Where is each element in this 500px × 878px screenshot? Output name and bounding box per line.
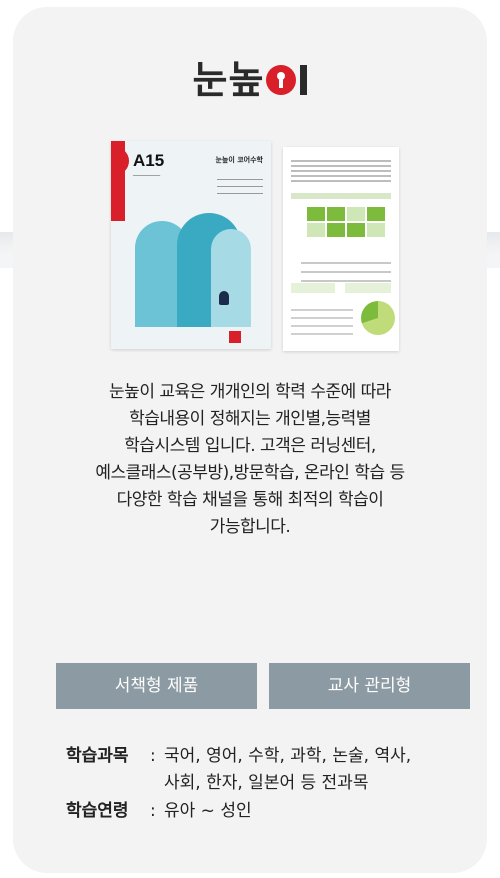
book-brand-label: 눈높이 코어수학 bbox=[215, 156, 263, 164]
book-form-lines bbox=[217, 173, 263, 200]
description-line: 다양한 학습 채널을 통해 최적의 학습이 bbox=[116, 490, 384, 510]
subjects-value: 국어, 영어, 수학, 과학, 논술, 역사, bbox=[164, 746, 412, 766]
report-score-blocks bbox=[307, 207, 391, 237]
report-sheet-image bbox=[283, 147, 399, 351]
subjects-row: 학습과목: 국어, 영어, 수학, 과학, 논술, 역사, bbox=[66, 744, 411, 768]
description-line: 가능합니다. bbox=[209, 517, 291, 537]
description-line: 학습시스템 입니다. 고객은 러닝센터, bbox=[124, 436, 376, 456]
description: 눈높이 교육은 개개인의 학력 수준에 따라 학습내용이 정해지는 개인별,능력… bbox=[13, 379, 487, 541]
book-product-button[interactable]: 서책형 제품 bbox=[56, 663, 257, 709]
logo-bar bbox=[300, 65, 308, 95]
book-subtitle-lines: ───────── bbox=[133, 173, 161, 179]
report-strip bbox=[291, 193, 391, 199]
report-green-box bbox=[291, 283, 335, 293]
book-level: A15 bbox=[133, 151, 165, 170]
teacher-managed-button[interactable]: 교사 관리형 bbox=[269, 663, 470, 709]
separator: : bbox=[150, 746, 156, 766]
report-pie-chart bbox=[361, 301, 395, 335]
red-circle-keyhole-icon bbox=[266, 65, 297, 95]
book-cover-image: A15 ───────── 눈높이 코어수학 bbox=[111, 141, 271, 349]
separator: : bbox=[150, 801, 156, 821]
subjects-label: 학습과목 bbox=[66, 746, 129, 766]
book-red-circle bbox=[111, 147, 129, 175]
report-header-lines bbox=[291, 157, 391, 185]
description-line: 학습내용이 정해지는 개인별,능력별 bbox=[129, 409, 371, 429]
book-stamp-icon bbox=[229, 331, 241, 343]
report-row-lines bbox=[291, 303, 353, 341]
description-line: 예스클래스(공부방),방문학습, 온라인 학습 등 bbox=[95, 463, 405, 483]
subjects-value: 사회, 한자, 일본어 등 전과목 bbox=[164, 773, 369, 793]
subjects-row-continued: 사회, 한자, 일본어 등 전과목 bbox=[164, 771, 368, 795]
book-footer bbox=[111, 327, 271, 349]
book-person-figure bbox=[219, 291, 229, 305]
report-green-box bbox=[345, 283, 391, 293]
age-row: 학습연령: 유아 ~ 성인 bbox=[66, 799, 252, 823]
product-card: 눈높 A15 ───────── 눈높이 코어수학 눈높이 교육은 개개인의 학… bbox=[13, 7, 487, 873]
age-label: 학습연령 bbox=[66, 801, 129, 821]
brand-logo: 눈높 bbox=[13, 57, 487, 103]
description-line: 눈높이 교육은 개개인의 학력 수준에 따라 bbox=[109, 382, 391, 402]
age-value: 유아 ~ 성인 bbox=[164, 801, 252, 821]
logo-text: 눈높 bbox=[192, 58, 265, 102]
